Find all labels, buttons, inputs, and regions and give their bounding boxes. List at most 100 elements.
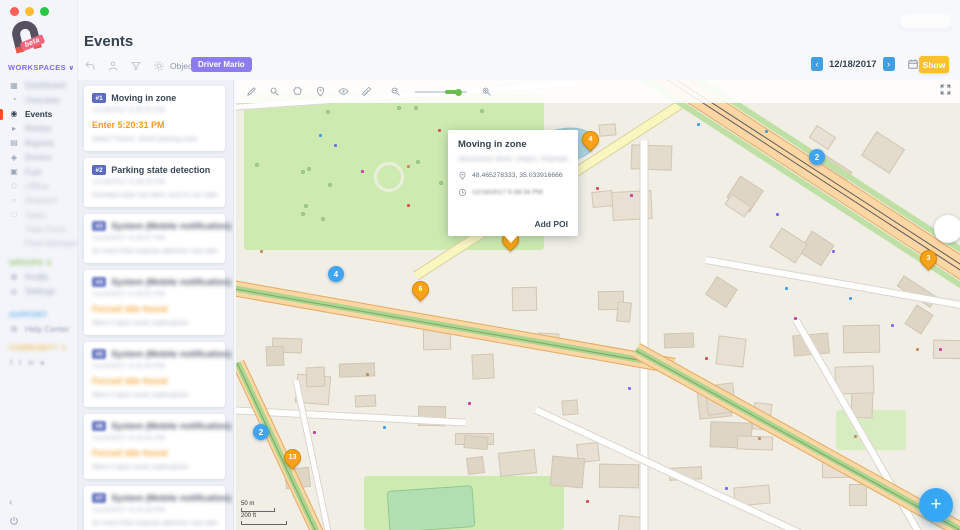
sidebar-item[interactable]: Fleet Manager bbox=[0, 236, 79, 250]
minimize-window-button[interactable] bbox=[25, 7, 34, 16]
map-layers-button[interactable] bbox=[934, 215, 960, 243]
gear-icon[interactable] bbox=[153, 60, 165, 72]
event-card[interactable]: #5 System (Mobile notification) 12/18/20… bbox=[84, 342, 231, 407]
map-canvas[interactable]: 2 4 2 4 3 6 3 13 Moving in zone Abricoso… bbox=[236, 80, 960, 530]
sidebar-item[interactable]: ◈ Drivers bbox=[0, 150, 78, 164]
map-poi-dot bbox=[758, 437, 761, 440]
sidebar-item[interactable]: ○ Dispatch bbox=[0, 193, 78, 207]
show-button[interactable]: Show bbox=[919, 56, 949, 73]
add-fab-button[interactable]: + bbox=[919, 488, 953, 522]
sidebar-item[interactable]: □ Tasks bbox=[0, 208, 78, 222]
popup-time: 12/18/2017 5:38:34 PM bbox=[472, 189, 543, 196]
map-tree bbox=[301, 170, 305, 174]
map-tree bbox=[439, 181, 443, 185]
zoom-out-icon[interactable] bbox=[390, 86, 401, 97]
map-tree bbox=[321, 217, 325, 221]
sidebar-item-icon: ▸ bbox=[11, 123, 16, 133]
event-card[interactable]: #2 Parking state detection 12/18/2017 5:… bbox=[84, 158, 225, 207]
map-poi-dot bbox=[891, 324, 894, 327]
map-poi-dot bbox=[939, 348, 942, 351]
search-area-icon[interactable] bbox=[269, 86, 280, 97]
event-list[interactable]: #1 Moving in zone 12/18/2017 5:28:35 PM … bbox=[78, 80, 234, 530]
facebook-icon[interactable]: f bbox=[10, 358, 12, 367]
sidebar-item[interactable]: ▤ Reports bbox=[0, 136, 78, 150]
sidebar-section-community[interactable]: COMMUNITY ∨ bbox=[0, 341, 78, 355]
sidebar-item-icon: ▤ bbox=[10, 138, 18, 148]
close-window-button[interactable] bbox=[10, 7, 19, 16]
sidebar-item[interactable]: ▸ Routes bbox=[0, 121, 78, 135]
map-building bbox=[511, 286, 538, 312]
next-day-button[interactable]: › bbox=[882, 57, 895, 71]
event-highlight: Forced idle found bbox=[92, 448, 168, 458]
fullscreen-button[interactable] bbox=[939, 83, 952, 96]
sidebar-item-profile[interactable]: ◍ Profile bbox=[0, 270, 78, 284]
person-icon[interactable] bbox=[107, 60, 119, 72]
twitter-icon[interactable]: t bbox=[19, 358, 21, 367]
zoom-in-icon[interactable] bbox=[481, 86, 492, 97]
geofence-icon[interactable] bbox=[292, 86, 303, 97]
event-description: Went it back some notifications bbox=[92, 392, 189, 399]
cluster-marker[interactable]: 4 bbox=[328, 266, 344, 282]
logout-icon[interactable] bbox=[9, 516, 19, 526]
chevron-down-icon: ∨ bbox=[45, 258, 53, 268]
event-card[interactable]: #4 System (Mobile notification) 12/18/20… bbox=[84, 270, 231, 335]
event-timestamp: 12/18/2017 5:28:35 PM bbox=[92, 107, 165, 114]
previous-day-button[interactable]: ‹ bbox=[811, 57, 823, 71]
sidebar-item-settings[interactable]: ◎ Settings bbox=[0, 284, 78, 298]
workspaces-dropdown[interactable]: WORKSPACES ∨ bbox=[8, 63, 75, 72]
sidebar-item[interactable]: ▦ Dashboard bbox=[0, 78, 78, 92]
sidebar-section-groups[interactable]: GROUPS ∨ bbox=[0, 256, 78, 270]
map-poi-dot bbox=[407, 204, 410, 207]
sidebar-item-label: Reports bbox=[25, 137, 55, 148]
measure-icon[interactable] bbox=[361, 86, 372, 97]
sidebar-item-icon: ○ bbox=[11, 195, 17, 205]
poi-pin-icon[interactable] bbox=[315, 86, 326, 97]
filter-icon[interactable] bbox=[130, 60, 142, 72]
maximize-window-button[interactable] bbox=[40, 7, 49, 16]
visibility-icon[interactable] bbox=[338, 86, 349, 97]
event-card[interactable]: #6 System (Mobile notification) 12/18/20… bbox=[84, 414, 231, 479]
cluster-marker[interactable]: 2 bbox=[809, 149, 825, 165]
event-card[interactable]: #7 System (Mobile notification) 12/18/20… bbox=[84, 486, 231, 530]
map-poi-dot bbox=[832, 250, 835, 253]
sidebar-section-support[interactable]: SUPPORT bbox=[0, 307, 78, 321]
event-title: System (Mobile notification) bbox=[111, 349, 232, 359]
cluster-marker[interactable]: 2 bbox=[253, 424, 269, 440]
undo-icon[interactable] bbox=[84, 60, 96, 72]
map-building bbox=[736, 435, 774, 451]
sidebar-item[interactable]: ◇ Offline bbox=[0, 179, 78, 193]
map-building bbox=[466, 456, 485, 475]
sidebar-item-label: Routes bbox=[25, 123, 52, 134]
youtube-icon[interactable]: ▸ bbox=[41, 358, 45, 367]
event-description: An event that requires attention was det… bbox=[92, 520, 217, 527]
zoom-slider-handle[interactable] bbox=[455, 88, 462, 96]
sidebar-item[interactable]: ▣ Fuel bbox=[0, 164, 78, 178]
zoom-slider[interactable] bbox=[415, 88, 467, 96]
object-filter-chip[interactable]: Driver Mario bbox=[191, 57, 252, 72]
sidebar-item[interactable]: Trips Chart bbox=[0, 222, 78, 236]
sidebar-item-help-center[interactable]: ◍ Help Center bbox=[0, 321, 78, 335]
sidebar-item-label: Fuel bbox=[25, 166, 42, 177]
map-building bbox=[561, 399, 579, 416]
draw-icon[interactable] bbox=[246, 86, 257, 97]
map-poi-dot bbox=[849, 297, 852, 300]
calendar-icon[interactable] bbox=[907, 58, 919, 70]
collapse-sidebar-button[interactable]: ‹ bbox=[9, 497, 19, 509]
chevron-down-icon: ∨ bbox=[60, 343, 67, 353]
user-menu[interactable] bbox=[900, 14, 952, 29]
sidebar-item[interactable]: ◉ Events bbox=[0, 107, 78, 121]
sidebar-item-label: Drivers bbox=[25, 152, 52, 163]
sidebar-item-icon: □ bbox=[11, 210, 17, 220]
selected-date[interactable]: 12/18/2017 bbox=[827, 59, 879, 70]
app-logo[interactable]: beta bbox=[5, 13, 53, 61]
map-building bbox=[615, 301, 633, 323]
profile-icon: ◍ bbox=[10, 272, 18, 282]
add-poi-button[interactable]: Add POI bbox=[534, 219, 568, 229]
event-card[interactable]: #1 Moving in zone 12/18/2017 5:28:35 PM … bbox=[84, 86, 225, 151]
event-card[interactable]: #3 System (Mobile notification) 12/18/20… bbox=[84, 214, 231, 263]
sidebar-item[interactable]: ◔ Overview bbox=[0, 92, 78, 106]
linkedin-icon[interactable]: in bbox=[28, 358, 34, 367]
sidebar-item-label: Events bbox=[25, 108, 53, 119]
event-timestamp: 12/18/2017 5:24:31 PM bbox=[92, 435, 165, 442]
map-building bbox=[769, 227, 808, 264]
